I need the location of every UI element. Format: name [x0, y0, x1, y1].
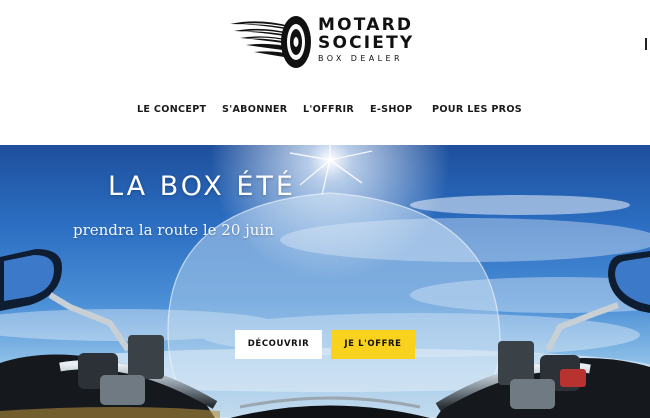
site-header: MOTARD SOCIETY BOX DEALER LE CONCEPT S'A…	[0, 0, 650, 145]
header-edge-mark	[645, 38, 647, 50]
hero-banner: LA BOX ÉTÉ prendra la route le 20 juin D…	[0, 145, 650, 418]
brand-title: MOTARD SOCIETY	[318, 16, 428, 52]
brand-title-line1: MOTARD	[318, 15, 414, 35]
brand-title-line2: SOCIETY	[318, 33, 415, 53]
gift-offer-button[interactable]: JE L'OFFRE	[331, 330, 415, 359]
hero-motorcycle-image	[0, 145, 650, 418]
nav-item-eshop[interactable]: E-SHOP	[370, 104, 412, 115]
nav-item-concept[interactable]: LE CONCEPT	[137, 104, 206, 115]
hero-title: LA BOX ÉTÉ	[108, 171, 296, 202]
discover-button[interactable]: DÉCOUVRIR	[235, 330, 322, 359]
hero-subtitle: prendra la route le 20 juin	[73, 221, 274, 239]
main-nav: LE CONCEPT S'ABONNER L'OFFRIR E-SHOP POU…	[0, 104, 650, 120]
nav-item-subscribe[interactable]: S'ABONNER	[222, 104, 287, 115]
winged-wheel-icon	[230, 16, 311, 68]
nav-item-gift[interactable]: L'OFFRIR	[303, 104, 354, 115]
nav-item-pros[interactable]: POUR LES PROS	[432, 104, 522, 115]
brand-subtitle: BOX DEALER	[318, 54, 403, 63]
brand-logo[interactable]: MOTARD SOCIETY BOX DEALER	[228, 14, 428, 70]
